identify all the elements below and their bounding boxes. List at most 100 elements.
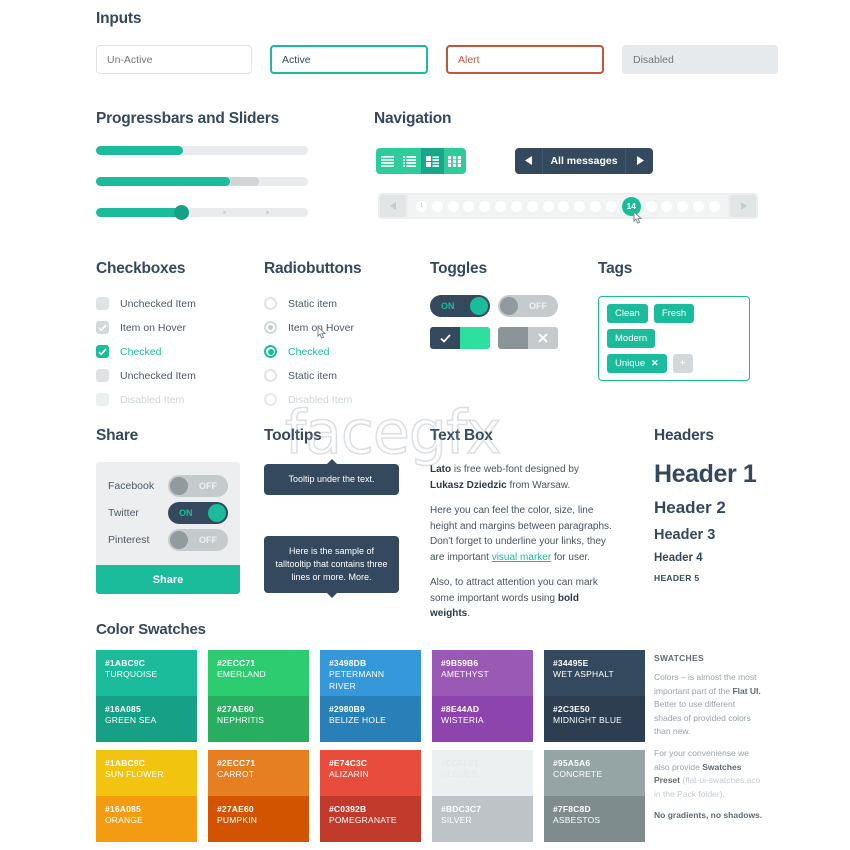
checkboxes-title: Checkboxes xyxy=(96,260,186,277)
progressbar-1-fill xyxy=(96,146,183,155)
swatch-hex: #3498DB xyxy=(329,658,367,668)
messages-label[interactable]: All messages xyxy=(543,148,625,174)
tag[interactable]: Clean xyxy=(607,304,648,323)
swatch-hex: #27AE60 xyxy=(217,704,254,714)
input-un-active[interactable] xyxy=(96,45,252,74)
swatch-hex: #9B59B6 xyxy=(441,658,479,668)
swatch-cell: #8E44AD WISTERIA xyxy=(432,696,533,742)
tag[interactable]: Modern xyxy=(607,329,656,348)
checkbox-item[interactable]: Unchecked Item xyxy=(96,365,196,386)
share-toggle-label: ON xyxy=(179,507,193,518)
pagination-dot[interactable] xyxy=(558,200,570,212)
swatch-hex: #27AE60 xyxy=(217,804,254,814)
pagination-dot[interactable] xyxy=(574,200,586,212)
swatch-cell: #27AE60 NEPHRITIS xyxy=(208,696,309,742)
pagination-dot[interactable] xyxy=(590,200,602,212)
pagination-prev-button[interactable] xyxy=(380,195,406,217)
checkbox-item[interactable]: Checked xyxy=(96,341,196,362)
pagination-dot[interactable] xyxy=(447,200,459,212)
square-toggle-off[interactable] xyxy=(498,327,558,349)
slider[interactable] xyxy=(96,205,308,220)
pagination-page-1[interactable]: 1 xyxy=(416,200,427,212)
share-toggle[interactable]: OFF xyxy=(168,474,228,497)
swatch-column: #3498DB PETERMANN RIVER #2980B9 BELIZE HOLE xyxy=(320,650,421,742)
checkbox-box xyxy=(96,369,109,382)
swatch-name: WET ASPHALT xyxy=(553,669,614,680)
toggle-on[interactable]: ON xyxy=(430,295,490,317)
tooltip-arrow xyxy=(325,592,338,599)
pagination-dot[interactable] xyxy=(645,200,657,212)
swatches-note-p3: No gradients, no shadows. xyxy=(654,809,764,823)
triangle-left-icon xyxy=(389,197,397,215)
pagination-dot[interactable] xyxy=(479,200,491,212)
messages-next-button[interactable] xyxy=(626,148,653,174)
square-toggle-on[interactable] xyxy=(430,327,490,349)
share-toggle[interactable]: ON xyxy=(168,501,228,524)
check-icon xyxy=(430,327,460,349)
cross-icon[interactable]: ✕ xyxy=(651,358,659,369)
header-1: Header 1 xyxy=(654,460,757,488)
checkbox-box xyxy=(96,297,109,310)
slider-tick xyxy=(265,211,269,214)
swatch-cell: #BDC3C7 SILVER xyxy=(432,796,533,842)
pagination-dot[interactable] xyxy=(431,200,443,212)
slider-handle[interactable] xyxy=(173,205,189,220)
swatch-name: POMEGRANATE xyxy=(329,815,397,826)
share-row: Twitter ON xyxy=(108,499,228,526)
pagination-dot[interactable] xyxy=(495,200,507,212)
share-toggle[interactable]: OFF xyxy=(168,528,228,551)
view-mode-grid-button[interactable] xyxy=(443,148,466,174)
checkbox-label: Item on Hover xyxy=(120,321,186,334)
swatch-cell: #34495E WET ASPHALT xyxy=(544,650,645,696)
radio-item[interactable]: Item on Hover xyxy=(264,317,354,338)
pagination-dot[interactable] xyxy=(693,200,705,212)
radio-item[interactable]: Static item xyxy=(264,293,354,314)
swatches-note-p1: Colors – is almost the most important pa… xyxy=(654,671,764,739)
swatch-name: EMERLAND xyxy=(217,669,266,680)
swatch-cell: #1ABC9C SUN FLOWER xyxy=(96,750,197,796)
swatches-section: Color Swatches xyxy=(96,621,206,638)
pagination-next-button[interactable] xyxy=(730,195,756,217)
checkbox-item[interactable]: Item on Hover xyxy=(96,317,196,338)
visual-marker-link[interactable]: visual marker xyxy=(492,552,551,563)
tag[interactable]: Fresh xyxy=(653,304,695,323)
pagination-dot[interactable] xyxy=(510,200,522,212)
radio-circle xyxy=(264,345,277,358)
swatch-column: #9B59B6 AMETHYST #8E44AD WISTERIA xyxy=(432,650,533,742)
swatch-cell: #1ABC9C TURQUOISE xyxy=(96,650,197,696)
add-tag-button[interactable]: + xyxy=(672,354,693,373)
input-active[interactable] xyxy=(270,45,428,74)
tooltip-text: Tooltip under the text. xyxy=(288,474,375,484)
radio-item[interactable]: Checked xyxy=(264,341,354,362)
pagination-current-page[interactable]: 14 xyxy=(621,196,641,216)
swatch-name: CLOUDS xyxy=(441,769,478,780)
grid-icon xyxy=(448,155,462,167)
swatches-note-heading: SWATCHES xyxy=(654,653,704,663)
swatch-name: SILVER xyxy=(441,815,472,826)
view-mode-list-button[interactable] xyxy=(398,148,421,174)
pagination-dot[interactable] xyxy=(526,200,538,212)
tag-removable[interactable]: Unique ✕ xyxy=(607,354,667,373)
toggle-off[interactable]: OFF xyxy=(498,295,558,317)
messages-prev-button[interactable] xyxy=(515,148,542,174)
swatch-hex: #BDC3C7 xyxy=(441,804,482,814)
pagination-dot[interactable] xyxy=(708,200,720,212)
pagination-dot[interactable] xyxy=(661,200,673,212)
share-button[interactable]: Share xyxy=(96,565,240,594)
checkbox-item[interactable]: Unchecked Item xyxy=(96,293,196,314)
radio-item[interactable]: Static item xyxy=(264,365,354,386)
pagination-dot[interactable] xyxy=(542,200,554,212)
view-mode-detail-button[interactable] xyxy=(421,148,444,174)
pagination-dot[interactable] xyxy=(463,200,475,212)
radio-label: Static item xyxy=(288,369,338,382)
view-mode-lines-button[interactable] xyxy=(376,148,399,174)
share-toggle-label: OFF xyxy=(199,480,217,491)
header-4: Header 4 xyxy=(654,552,703,564)
swatch-cell: #95A5A6 CONCRETE xyxy=(544,750,645,796)
radio-circle xyxy=(264,393,277,406)
input-alert[interactable] xyxy=(446,45,604,74)
swatch-hex: #95A5A6 xyxy=(553,758,591,768)
pagination-dot[interactable] xyxy=(677,200,689,212)
pagination-dot[interactable] xyxy=(605,200,617,212)
tag-label: Unique xyxy=(615,358,646,369)
